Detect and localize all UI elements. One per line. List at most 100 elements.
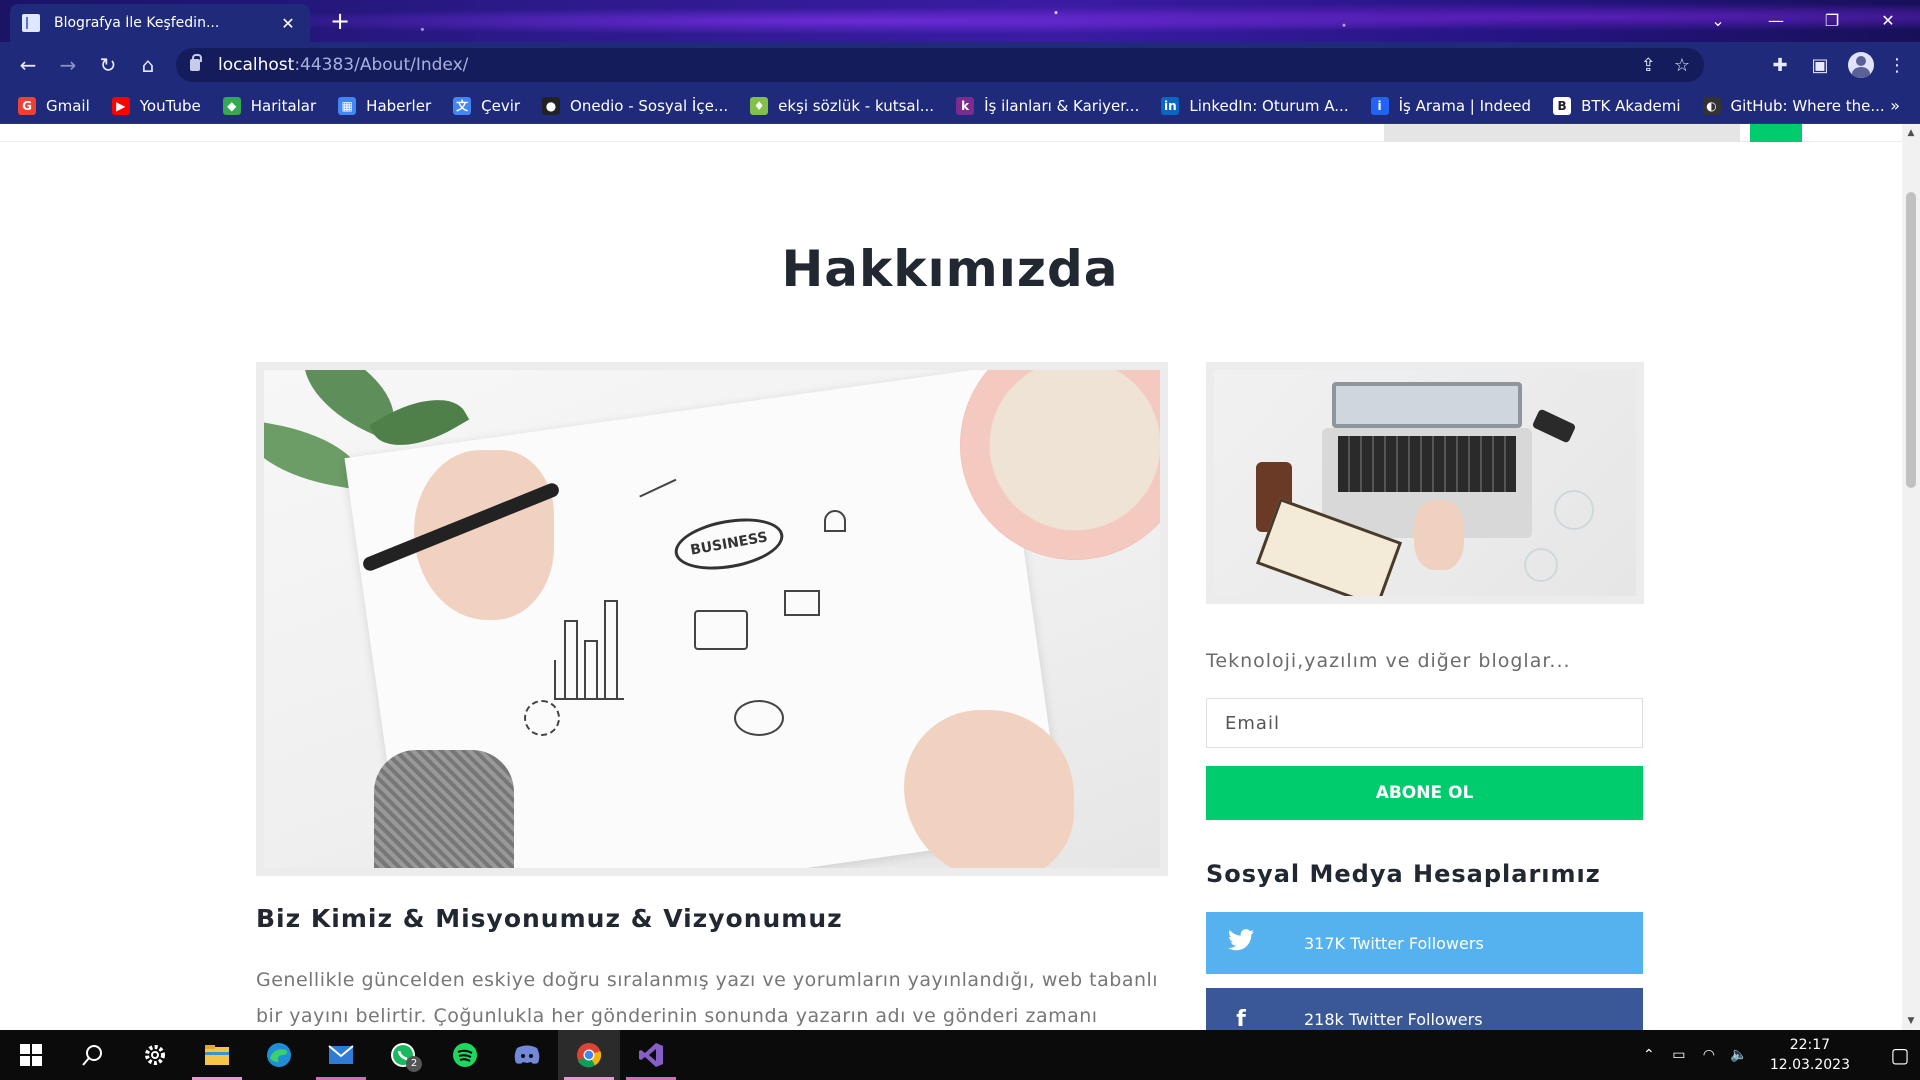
star-icon[interactable]: ☆ bbox=[1674, 55, 1690, 76]
bookmark-item[interactable]: B BTK Akademi bbox=[1553, 96, 1681, 115]
back-arrow-icon[interactable]: ← bbox=[8, 47, 48, 83]
new-tab-button[interactable]: + bbox=[326, 8, 354, 36]
scroll-down-icon[interactable]: ▼ bbox=[1906, 1016, 1916, 1026]
speech-bubble-sketch-icon bbox=[734, 700, 784, 736]
lock-icon[interactable] bbox=[190, 54, 202, 71]
mail-icon[interactable] bbox=[310, 1030, 372, 1080]
windows-taskbar: 2 ⌃ ▭ ◠ 🔈 22:17 12.03.2023 ▢ bbox=[0, 1030, 1920, 1080]
page-title: Hakkımızda bbox=[781, 240, 1119, 298]
bookmark-label: Çevir bbox=[481, 96, 521, 115]
social-media-title: Sosyal Medya Hesaplarımız bbox=[1206, 860, 1601, 888]
tab-title: Blografya İle Keşfedin... bbox=[54, 15, 220, 31]
edge-browser-icon[interactable] bbox=[248, 1030, 310, 1080]
bookmark-item[interactable]: 文 Çevir bbox=[453, 96, 521, 115]
home-icon[interactable]: ⌂ bbox=[128, 47, 168, 83]
document-icon bbox=[22, 14, 40, 32]
bookmark-label: Haritalar bbox=[250, 96, 317, 115]
search-icon[interactable] bbox=[62, 1030, 124, 1080]
header-strip bbox=[0, 124, 1902, 142]
windows-logo-icon bbox=[20, 1044, 42, 1066]
profile-avatar-icon[interactable] bbox=[1848, 52, 1874, 78]
minimize-button[interactable]: — bbox=[1754, 6, 1798, 36]
browser-toolbar: ← → ↻ ⌂ localhost:44383/About/Index/ ⇪ ☆… bbox=[0, 42, 1920, 88]
facebook-followers-button[interactable]: f 218k Twitter Followers bbox=[1206, 988, 1643, 1030]
start-button[interactable] bbox=[0, 1030, 62, 1080]
laptop-desk-image bbox=[1214, 370, 1636, 596]
keyboard-shape bbox=[1338, 436, 1516, 492]
bookmark-favicon-icon: 文 bbox=[453, 96, 472, 115]
bookmark-item[interactable]: in LinkedIn: Oturum A... bbox=[1161, 96, 1349, 115]
bookmark-label: ekşi sözlük - kutsal... bbox=[778, 96, 935, 115]
address-bar[interactable]: localhost:44383/About/Index/ ⇪ ☆ bbox=[176, 48, 1704, 82]
tab-active[interactable]: Blografya İle Keşfedin... ✕ bbox=[10, 4, 310, 42]
close-window-button[interactable]: ✕ bbox=[1866, 6, 1910, 36]
bookmarks-more-icon[interactable]: » bbox=[1890, 96, 1900, 115]
chrome-icon[interactable] bbox=[558, 1030, 620, 1080]
visual-studio-icon[interactable] bbox=[620, 1030, 682, 1080]
notification-icon[interactable]: ▢ bbox=[1880, 1043, 1920, 1067]
bookmark-label: BTK Akademi bbox=[1581, 96, 1681, 115]
bookmark-item[interactable]: ◆ Haritalar bbox=[222, 96, 317, 115]
bookmark-item[interactable]: ▦ Haberler bbox=[338, 96, 431, 115]
subscribe-button[interactable]: ABONE OL bbox=[1206, 766, 1643, 820]
whatsapp-icon[interactable]: 2 bbox=[372, 1030, 434, 1080]
bookmark-item[interactable]: i İş Arama | Indeed bbox=[1370, 96, 1532, 115]
bookmark-item[interactable]: ▶ YouTube bbox=[111, 96, 201, 115]
bookmark-favicon-icon: ▦ bbox=[338, 96, 357, 115]
header-search-area bbox=[1384, 124, 1740, 142]
bookmark-favicon-icon: ● bbox=[542, 96, 561, 115]
bookmark-item[interactable]: ♦ ekşi sözlük - kutsal... bbox=[750, 96, 935, 115]
sidebar-image bbox=[1206, 362, 1644, 604]
page-scrollbar[interactable]: ▲ ▼ bbox=[1902, 124, 1920, 1030]
bookmark-label: LinkedIn: Oturum A... bbox=[1189, 96, 1349, 115]
sidebar-tagline: Teknoloji,yazılım ve diğer bloglar... bbox=[1206, 650, 1571, 672]
toolbar-right: ✚ ▣ ⋮ bbox=[1760, 42, 1912, 88]
bookmark-favicon-icon: in bbox=[1161, 96, 1180, 115]
spotify-icon[interactable] bbox=[434, 1030, 496, 1080]
bookmark-favicon-icon: ♦ bbox=[750, 96, 769, 115]
scroll-up-icon[interactable]: ▲ bbox=[1906, 128, 1916, 138]
bookmark-favicon-icon: ◐ bbox=[1702, 96, 1721, 115]
menu-kebab-icon[interactable]: ⋮ bbox=[1882, 55, 1912, 76]
settings-gear-icon[interactable] bbox=[124, 1030, 186, 1080]
share-icon[interactable]: ⇪ bbox=[1641, 55, 1656, 76]
bookmark-item[interactable]: G Gmail bbox=[18, 96, 90, 115]
twitter-followers-button[interactable]: 317K Twitter Followers bbox=[1206, 912, 1643, 974]
bookmark-label: YouTube bbox=[139, 96, 201, 115]
about-body-text: Genellikle güncelden eskiye doğru sırala… bbox=[256, 969, 1159, 1027]
bookmark-favicon-icon: ▶ bbox=[111, 96, 130, 115]
bookmark-favicon-icon: B bbox=[1553, 96, 1572, 115]
bookmark-label: İş Arama | Indeed bbox=[1398, 96, 1532, 115]
wifi-icon[interactable]: ◠ bbox=[1694, 1047, 1724, 1063]
extensions-icon[interactable]: ✚ bbox=[1760, 55, 1800, 76]
side-panel-icon[interactable]: ▣ bbox=[1800, 55, 1840, 76]
close-icon[interactable]: ✕ bbox=[278, 14, 298, 33]
chevron-down-icon[interactable]: ⌄ bbox=[1696, 6, 1740, 36]
bookmark-item[interactable]: ◐ GitHub: Where the... bbox=[1702, 96, 1885, 115]
battery-icon[interactable]: ▭ bbox=[1664, 1047, 1694, 1063]
clock[interactable]: 22:17 12.03.2023 bbox=[1770, 1035, 1850, 1075]
facebook-icon: f bbox=[1236, 1006, 1246, 1031]
discord-icon[interactable] bbox=[496, 1030, 558, 1080]
clock-date: 12.03.2023 bbox=[1769, 1057, 1850, 1073]
bookmark-item[interactable]: k İş ilanları & Kariyer... bbox=[956, 96, 1139, 115]
bar-sketch-icon bbox=[604, 600, 618, 700]
bar-sketch-icon bbox=[564, 620, 578, 700]
bookmark-item[interactable]: ● Onedio - Sosyal İçe... bbox=[542, 96, 728, 115]
restore-button[interactable]: ❐ bbox=[1810, 6, 1854, 36]
about-main-image: BUSINESS bbox=[256, 362, 1168, 876]
forward-arrow-icon[interactable]: → bbox=[48, 47, 88, 83]
bookmarks-bar: G Gmail ▶ YouTube ◆ Haritalar ▦ Haberler 文 Çevir ●… bbox=[0, 88, 1920, 124]
header-accent bbox=[1750, 124, 1802, 142]
right-hand-shape bbox=[904, 710, 1074, 868]
url-host: localhost bbox=[218, 55, 295, 75]
bookmark-label: GitHub: Where the... bbox=[1730, 96, 1885, 115]
reload-icon[interactable]: ↻ bbox=[88, 47, 128, 83]
volume-icon[interactable]: 🔈 bbox=[1724, 1047, 1754, 1063]
bookmark-favicon-icon: G bbox=[18, 96, 36, 115]
facebook-followers-label: 218k Twitter Followers bbox=[1304, 1009, 1483, 1029]
email-field[interactable] bbox=[1206, 698, 1643, 748]
chevron-up-icon[interactable]: ⌃ bbox=[1634, 1047, 1664, 1063]
scroll-thumb[interactable] bbox=[1906, 192, 1916, 488]
file-explorer-icon[interactable] bbox=[186, 1030, 248, 1080]
